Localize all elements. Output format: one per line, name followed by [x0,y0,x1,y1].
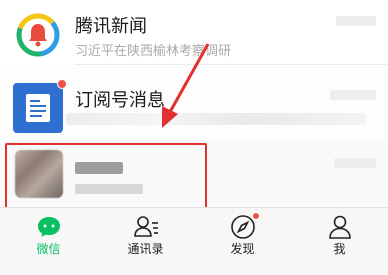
contacts-icon [133,214,159,240]
timestamp-blur [334,158,376,168]
tab-chats[interactable]: 微信 [0,208,97,275]
chat-item-tencent-news[interactable]: 腾讯新闻 习近平在陕西榆林考察调研 [0,0,388,65]
tab-label: 通讯录 [127,242,164,256]
tab-label: 发现 [230,242,255,256]
discover-badge-dot [252,212,260,220]
unread-dot [57,79,67,89]
chat-item-subscriptions[interactable]: 订阅号消息 [0,66,388,138]
bottom-tab-bar: 微信 通讯录 发现 我 [0,207,388,275]
tab-label: 我 [333,242,346,256]
preview-blur [66,113,366,125]
subscription-icon [13,83,63,133]
chat-title: 订阅号消息 [75,90,165,111]
tab-contacts[interactable]: 通讯录 [97,208,194,275]
person-icon [327,214,353,240]
tencent-news-logo-icon [13,10,63,60]
timestamp-blur [336,16,376,26]
tab-discover[interactable]: 发现 [194,208,291,275]
annotation-highlight-box [5,143,207,211]
divider [75,64,388,65]
tab-label: 微信 [36,242,61,256]
chat-title: 腾讯新闻 [75,16,147,37]
tab-me[interactable]: 我 [291,208,388,275]
chat-preview: 习近平在陕西榆林考察调研 [75,44,232,59]
chat-bubble-icon [36,214,62,240]
timestamp-blur [330,90,376,100]
